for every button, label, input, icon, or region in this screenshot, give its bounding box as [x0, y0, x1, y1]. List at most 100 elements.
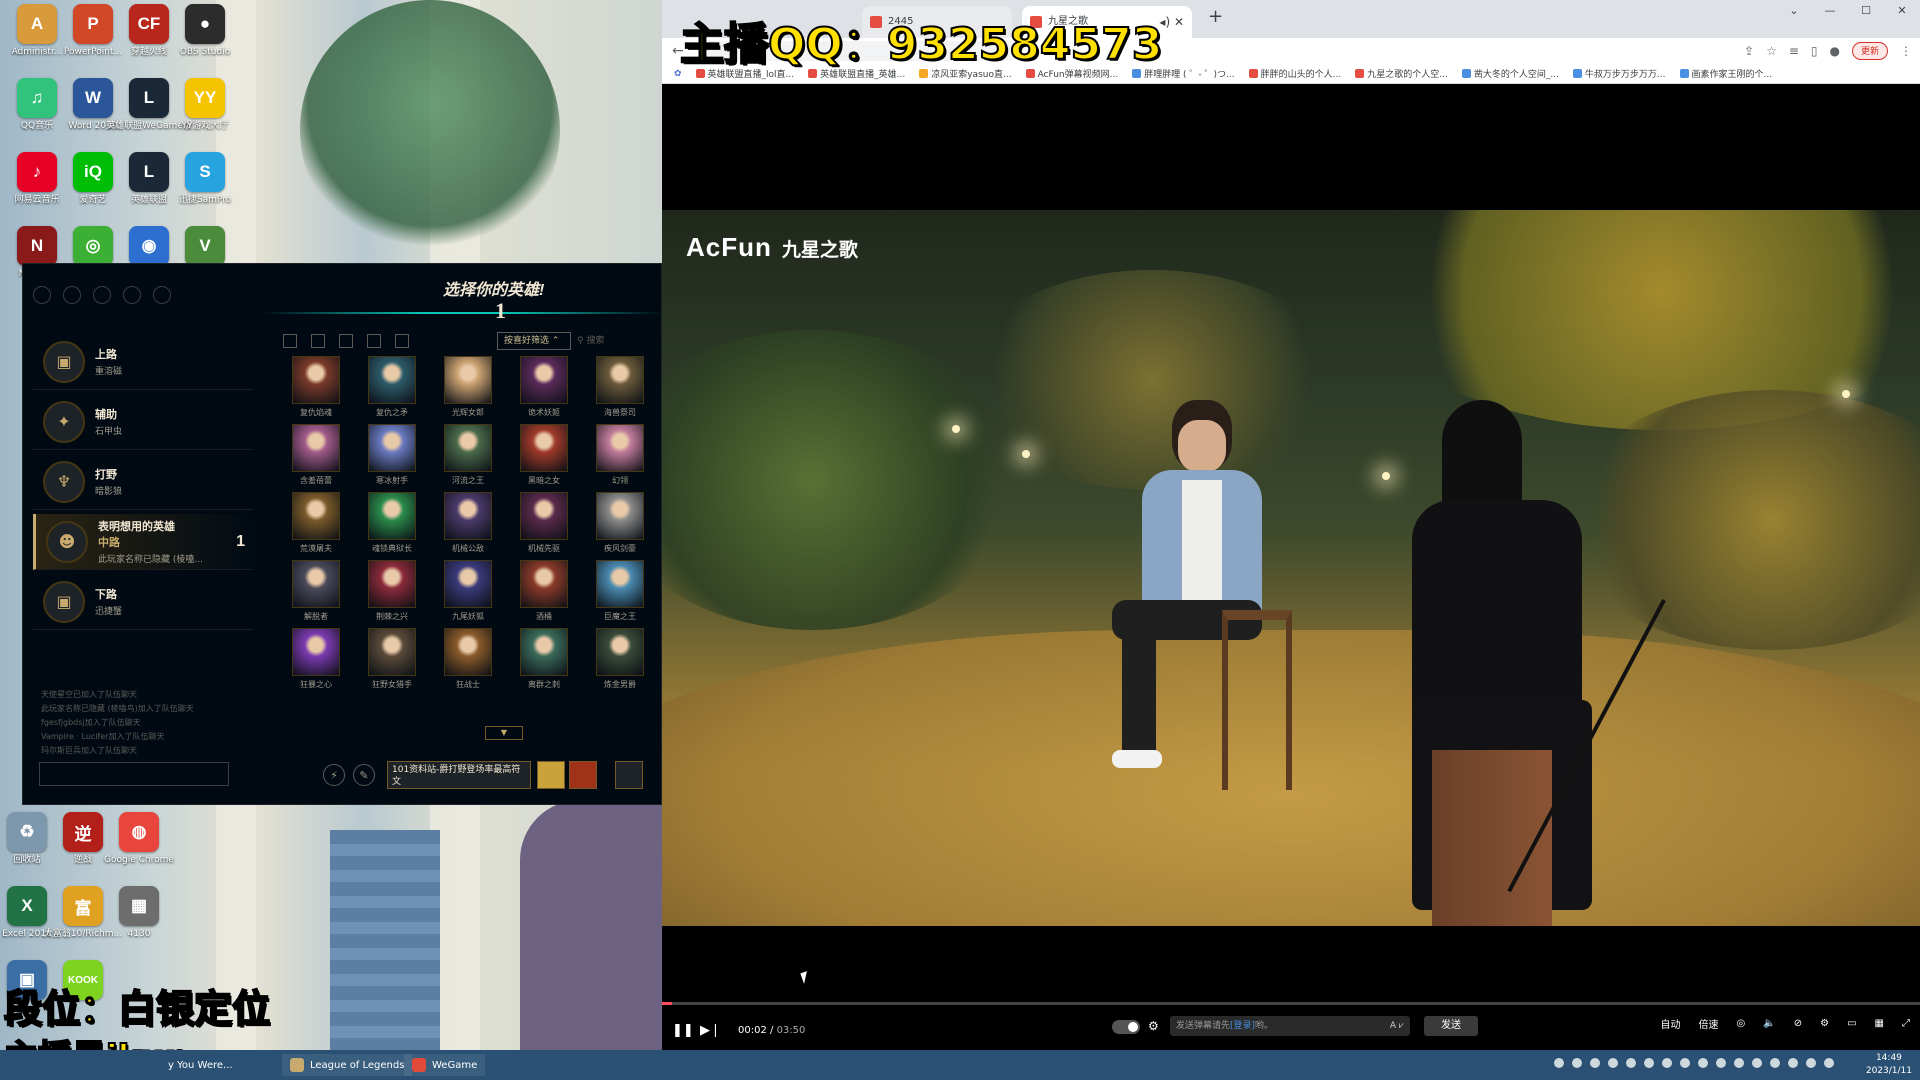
danmu-input[interactable]: 发送弹幕请先[登录]哟。 A ⩗ [1170, 1016, 1410, 1036]
bookmark-item[interactable]: 胖胖的山头的个人... [1248, 67, 1341, 80]
scroll-down-button[interactable]: ▼ [485, 726, 523, 740]
video-frame[interactable]: AcFun 九星之歌 简 [662, 210, 1920, 926]
reading-list-icon[interactable]: ≡ [1789, 44, 1799, 58]
danmu-style-icon[interactable]: A ⩗ [1390, 1016, 1404, 1036]
desktop-icon[interactable]: CF 穿越火线 [118, 4, 180, 58]
champion-card[interactable]: 寒冰射手 [361, 424, 423, 486]
champion-card[interactable]: 疾风剑豪 [589, 492, 651, 554]
tray-icon[interactable] [1734, 1058, 1744, 1068]
emote-icon[interactable]: ⚡ [323, 764, 345, 786]
team-slot[interactable]: ♆ 打野 暗影狼 [33, 454, 253, 510]
ward-skin-slot[interactable] [615, 761, 643, 789]
champion-card[interactable]: 狂暴之心 [285, 628, 347, 690]
maximize-icon[interactable]: ☐ [1848, 0, 1884, 22]
tray-icon[interactable] [1590, 1058, 1600, 1068]
taskbar-item-lol[interactable]: League of Legends [282, 1054, 413, 1076]
minimize-icon[interactable]: — [1812, 0, 1848, 22]
chat-input[interactable] [39, 762, 229, 786]
video-progress-bar[interactable] [662, 1002, 1920, 1005]
widescreen-icon[interactable]: ▦ [1875, 1018, 1884, 1029]
close-window-icon[interactable]: ✕ [1884, 0, 1920, 22]
team-slot[interactable]: ▣ 下路 迅捷蟹 [33, 574, 253, 630]
tray-icon[interactable] [1788, 1058, 1798, 1068]
desktop-icon[interactable]: YY YY游戏大厅 [174, 78, 236, 132]
champion-card[interactable]: 幻翎 [589, 424, 651, 486]
champion-card[interactable]: 诡术妖姬 [513, 356, 575, 418]
danmu-mute-icon[interactable]: ⊘ [1794, 1018, 1802, 1029]
tray-icon[interactable] [1554, 1058, 1564, 1068]
taskbar-item-wegame[interactable]: WeGame [404, 1054, 486, 1076]
quality-button[interactable]: 自动 [1661, 1016, 1681, 1031]
tray-icon[interactable] [1626, 1058, 1636, 1068]
sort-dropdown[interactable]: 按喜好筛选 ⌃ [497, 332, 571, 350]
bookmark-star-icon[interactable]: ☆ [1766, 44, 1777, 58]
filter-mage-icon[interactable] [339, 334, 353, 348]
send-danmu-button[interactable]: 发送 [1424, 1016, 1478, 1036]
team-slot[interactable]: ☻ 表明想用的英雄 中路 此玩家名称已隐藏 (棱嗑... 1 [33, 514, 253, 570]
pause-icon[interactable]: ❚❚ [672, 1023, 694, 1038]
champion-card[interactable]: 狂战士 [437, 628, 499, 690]
tray-icon[interactable] [1806, 1058, 1816, 1068]
filter-all-icon[interactable] [283, 334, 297, 348]
champion-card[interactable]: 黑暗之女 [513, 424, 575, 486]
champion-card[interactable]: 酒桶 [513, 560, 575, 622]
team-slot[interactable]: ✦ 辅助 石甲虫 [33, 394, 253, 450]
champion-card[interactable]: 解脱者 [285, 560, 347, 622]
desktop-icon[interactable]: ◍ Google Chrome [104, 812, 174, 866]
champion-card[interactable]: 机械先驱 [513, 492, 575, 554]
desktop-icon[interactable]: A Administr... [6, 4, 68, 58]
danmu-settings-icon[interactable]: ⚙ [1148, 1019, 1159, 1033]
desktop-icon[interactable]: 富大富翁10/Richm... [44, 886, 122, 940]
new-tab-icon[interactable]: + [1208, 6, 1223, 27]
danmu-login-link[interactable]: [登录] [1230, 1021, 1255, 1031]
desktop-icon[interactable]: S 迅捷SamPro [174, 152, 236, 206]
champion-card[interactable]: 河流之王 [437, 424, 499, 486]
system-clock[interactable]: 14:49 2023/1/11 [1866, 1052, 1912, 1078]
champion-card[interactable]: 魂锁典狱长 [361, 492, 423, 554]
champion-card[interactable]: 复仇焰魂 [285, 356, 347, 418]
role-filters[interactable] [283, 334, 409, 348]
desktop-icon[interactable]: ♪ 网易云音乐 [6, 152, 68, 206]
champion-card[interactable]: 荒漠屠夫 [285, 492, 347, 554]
danmu-toggle[interactable] [1112, 1020, 1140, 1034]
champion-card[interactable]: 含羞蓓蕾 [285, 424, 347, 486]
next-icon[interactable]: ▶❘ [700, 1023, 721, 1038]
desktop-icon[interactable]: P PowerPoint... [62, 4, 124, 58]
filter-tank-icon[interactable] [367, 334, 381, 348]
tray-icon[interactable] [1770, 1058, 1780, 1068]
tray-icon[interactable] [1716, 1058, 1726, 1068]
pip-icon[interactable]: ▭ [1847, 1018, 1856, 1029]
share-icon[interactable]: ⇪ [1744, 44, 1754, 58]
tray-icon[interactable] [1680, 1058, 1690, 1068]
bookmark-item[interactable]: 凿大冬的个人空间_... [1461, 67, 1559, 80]
champion-search-input[interactable]: ⚲ 搜索 [577, 332, 657, 350]
champion-card[interactable]: 复仇之矛 [361, 356, 423, 418]
tray-icon[interactable] [1824, 1058, 1834, 1068]
champion-card[interactable]: 炼金男爵 [589, 628, 651, 690]
tray-icon[interactable] [1752, 1058, 1762, 1068]
close-tab-icon[interactable]: ◂) ✕ [1159, 6, 1184, 38]
desktop-icon[interactable]: iQ 爱奇艺 [62, 152, 124, 206]
rune-page-dropdown[interactable]: 101资料站-爵打野登场率最高符文 [387, 761, 531, 789]
taskbar-item-music[interactable]: y You Were... [160, 1054, 241, 1076]
speed-button[interactable]: 倍速 [1699, 1016, 1719, 1031]
tray-icon[interactable] [1698, 1058, 1708, 1068]
summoner-spell-flash[interactable] [537, 761, 565, 789]
bookmark-item[interactable]: 牛叔万步万步万万... [1572, 67, 1666, 80]
champion-card[interactable]: 离群之刺 [513, 628, 575, 690]
filter-fighter-icon[interactable] [311, 334, 325, 348]
champion-card[interactable]: 机械公敌 [437, 492, 499, 554]
profile-icon[interactable]: ● [1830, 44, 1840, 58]
tray-icon[interactable] [1662, 1058, 1672, 1068]
tray-icon[interactable] [1644, 1058, 1654, 1068]
video-player[interactable]: AcFun 九星之歌 简 [662, 84, 1920, 1050]
cast-icon[interactable]: ◎ [1737, 1018, 1746, 1029]
tray-icon[interactable] [1572, 1058, 1582, 1068]
bookmark-item[interactable]: 九星之歌的个人空... [1355, 67, 1448, 80]
fullscreen-icon[interactable]: ⤢ [1902, 1018, 1910, 1029]
desktop-icon[interactable]: L 英雄联盟WeGame版 [106, 78, 192, 132]
desktop-icon[interactable]: ♻ 回收站 [0, 812, 58, 866]
champion-card[interactable]: 九尾妖狐 [437, 560, 499, 622]
team-slot[interactable]: ▣ 上路 重溶磁 [33, 334, 253, 390]
desktop-icon[interactable]: ▦ 4130 [108, 886, 170, 940]
